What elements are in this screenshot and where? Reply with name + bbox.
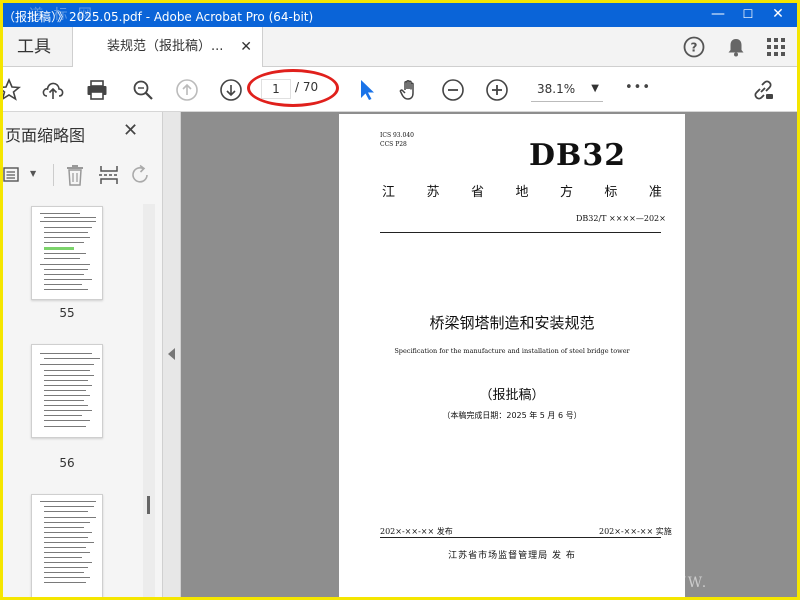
print-icon[interactable] [85, 78, 109, 102]
standard-type-char: 标 [604, 185, 618, 200]
tab-bar: 工具 装规范（报批稿）... ✕ ? [3, 27, 797, 67]
thumbnail-number: 55 [59, 306, 75, 320]
standard-type-char: 方 [559, 185, 573, 200]
title-english: Specification for the manufacture and in… [394, 347, 630, 355]
ics-code: ICS 93.040 [380, 132, 414, 139]
insert-page-icon[interactable] [98, 164, 120, 186]
scrollbar-thumb[interactable] [147, 496, 150, 514]
tab-close-icon[interactable]: ✕ [240, 27, 252, 67]
minimize-button[interactable]: — [703, 3, 733, 27]
tab-tools[interactable]: 工具 [3, 27, 73, 67]
standard-type-char: 准 [648, 185, 662, 200]
zoom-out-icon[interactable] [441, 78, 465, 102]
options-menu-icon[interactable] [3, 166, 25, 184]
db-code: DB32 [529, 138, 627, 173]
thumbnail-page-56[interactable] [31, 344, 103, 438]
zoom-level-dropdown[interactable]: 38.1% ▼ [531, 78, 603, 102]
acrobat-window: （报批稿）》2025.05.pdf - Adobe Acrobat Pro (6… [3, 3, 797, 597]
share-link-icon[interactable] [751, 78, 775, 102]
ics-ccs-code: ICS 93.040 CCS P28 [380, 131, 414, 149]
title-bar: （报批稿）》2025.05.pdf - Adobe Acrobat Pro (6… [3, 3, 797, 27]
options-caret-icon[interactable]: ▼ [30, 169, 36, 178]
implementation-date: 202×-××-×× 实施 [599, 527, 672, 536]
thumbnail-list: 55 56 [3, 204, 155, 597]
bookmark-star-icon[interactable] [3, 78, 21, 102]
divider [380, 232, 661, 233]
standard-type-char: 地 [515, 185, 529, 200]
maximize-button[interactable]: ☐ [733, 3, 763, 27]
standard-number: DB32/T ××××—202× [576, 214, 666, 223]
svg-text:?: ? [691, 41, 698, 55]
tab-document[interactable]: 装规范（报批稿）... ✕ [73, 27, 263, 67]
zoom-level-value: 38.1% [537, 82, 576, 96]
thumbnail-number: 56 [59, 456, 75, 470]
apps-grid-icon[interactable] [765, 36, 787, 58]
more-tools-icon[interactable]: ••• [625, 80, 651, 95]
tab-document-label: 装规范（报批稿）... [107, 39, 224, 54]
publisher: 江苏省市场监督管理局 发 布 [448, 551, 576, 561]
watermark-icon: 道 标 网 [29, 7, 95, 23]
draft-label: （报批稿） [479, 388, 545, 403]
document-view[interactable]: ICS 93.040 CCS P28 DB32 江 苏 省 地 方 标 准 DB… [181, 112, 797, 597]
find-search-icon[interactable] [131, 78, 155, 102]
thumbnail-scrollbar[interactable] [143, 204, 155, 597]
hand-tool-icon[interactable] [397, 78, 421, 102]
panel-toolbar: ▼ [3, 158, 163, 192]
standard-type-char: 苏 [426, 185, 440, 200]
collapse-arrow-icon[interactable] [168, 348, 175, 360]
rotate-page-icon[interactable] [131, 164, 151, 186]
issue-date: 202×-××-×× 发布 [380, 527, 453, 536]
divider [380, 537, 661, 538]
ccs-code: CCS P28 [380, 141, 407, 148]
page-thumbnails-panel: 页面缩略图 ✕ ▼ 55 56 [3, 112, 163, 597]
close-window-button[interactable]: ✕ [763, 3, 793, 27]
panel-collapse-strip[interactable] [163, 112, 181, 597]
thumbnail-page-55[interactable] [31, 206, 103, 300]
pdf-page: ICS 93.040 CCS P28 DB32 江 苏 省 地 方 标 准 DB… [339, 114, 685, 597]
completion-note: （本稿完成日期：2025 年 5 月 6 号） [442, 411, 582, 420]
highlight-annotation-oval [247, 69, 339, 107]
notification-bell-icon[interactable] [725, 36, 747, 58]
zoom-in-icon[interactable] [485, 78, 509, 102]
next-page-icon[interactable] [219, 78, 243, 102]
thumbnail-page-57[interactable] [31, 494, 103, 597]
panel-close-icon[interactable]: ✕ [123, 120, 138, 141]
select-cursor-icon[interactable] [355, 78, 379, 102]
standard-type: 江 苏 省 地 方 标 准 [382, 181, 662, 200]
delete-page-icon[interactable] [65, 164, 85, 186]
main-toolbar: 1 / 70 38.1% ▼ ••• [3, 68, 797, 112]
panel-title: 页面缩略图 [5, 126, 86, 145]
chevron-down-icon: ▼ [591, 83, 599, 94]
standard-type-char: 省 [470, 185, 484, 200]
standard-type-char: 江 [382, 185, 396, 200]
help-icon[interactable]: ? [683, 36, 705, 58]
title-chinese: 桥梁钢塔制造和安装规范 [429, 314, 595, 332]
divider [53, 164, 54, 186]
previous-page-icon[interactable] [175, 78, 199, 102]
cloud-upload-icon[interactable] [41, 78, 65, 102]
watermark-icon: WWW. [655, 575, 709, 591]
